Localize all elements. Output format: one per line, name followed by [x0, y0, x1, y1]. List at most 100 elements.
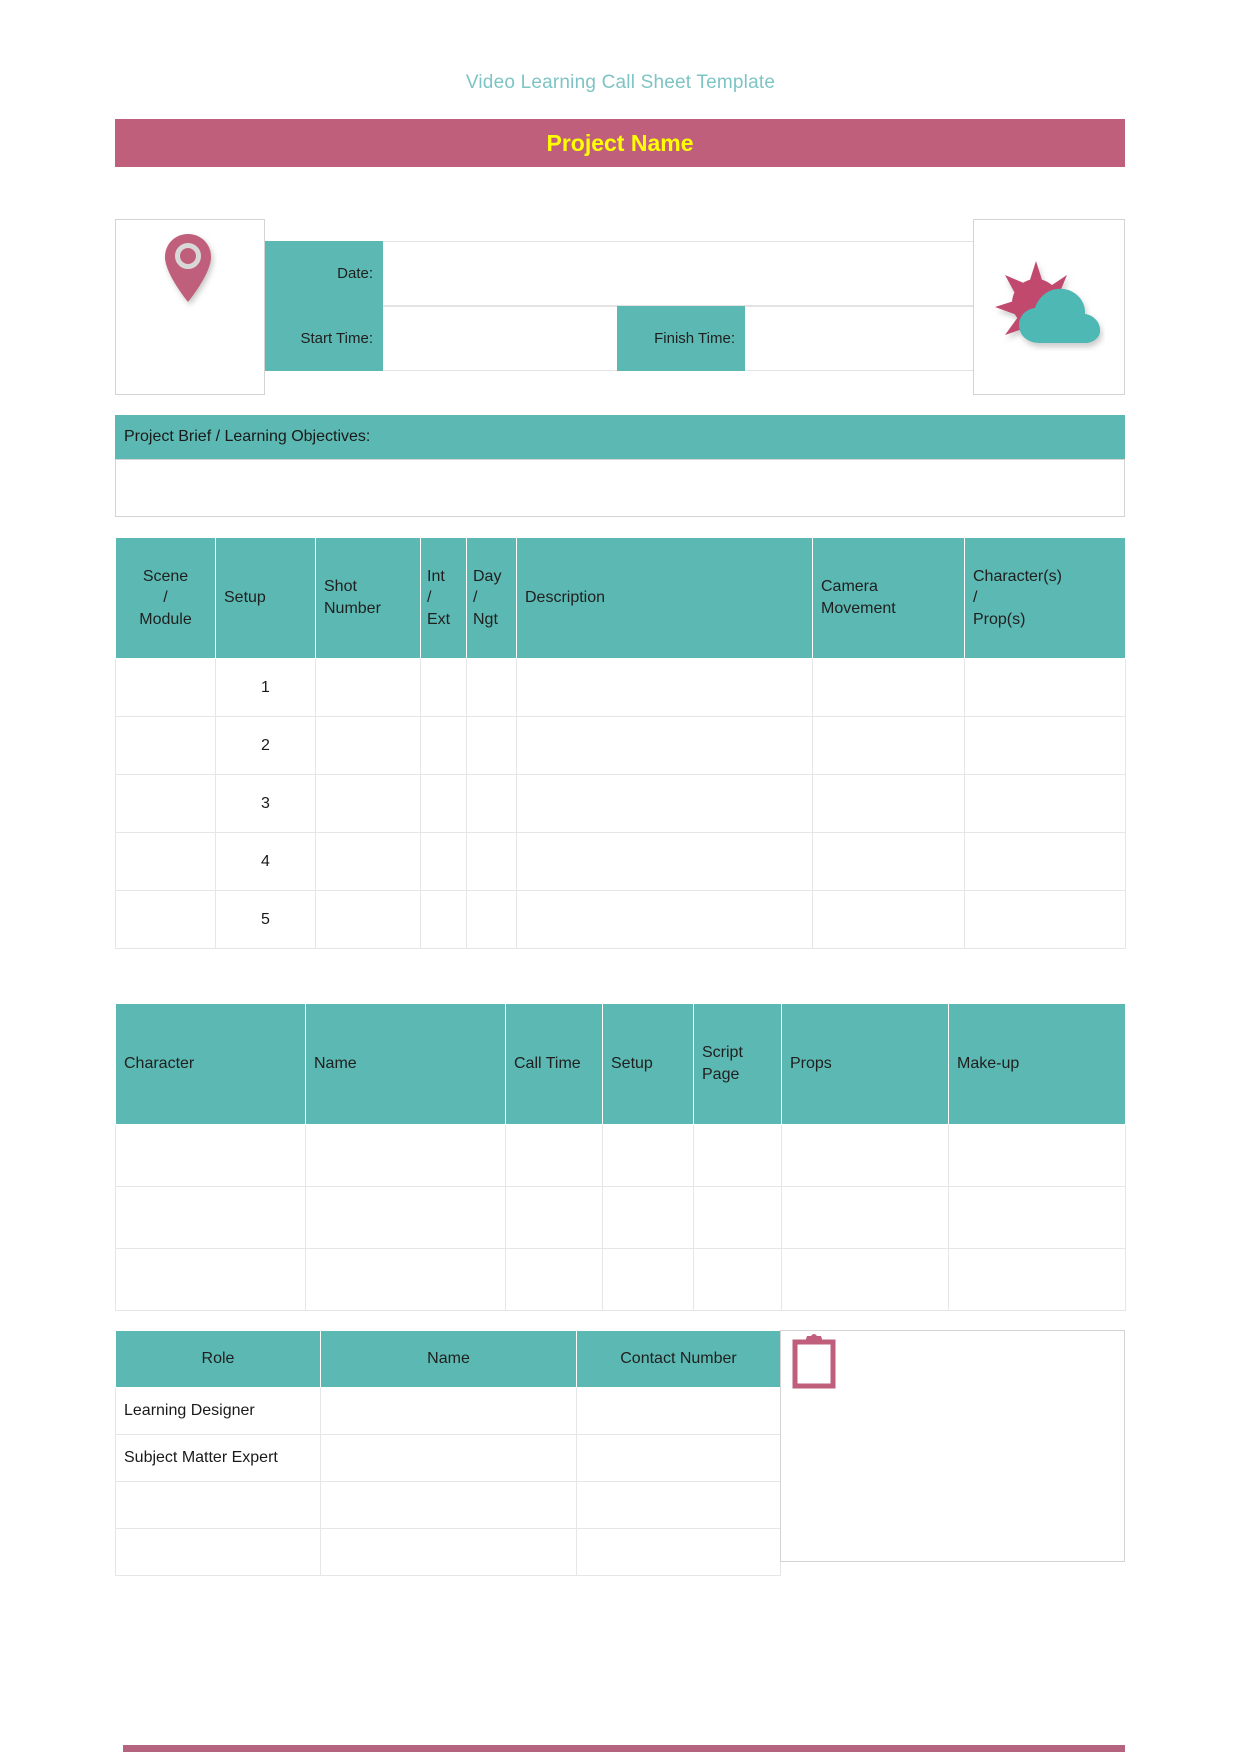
cell-contact-name[interactable]: [320, 1528, 577, 1576]
cell-characters-props[interactable]: [964, 774, 1126, 833]
cell-int-ext[interactable]: [420, 774, 467, 833]
cell-camera-movement[interactable]: [812, 832, 965, 891]
date-label: Date:: [265, 241, 383, 306]
cell-call-time[interactable]: [505, 1248, 603, 1311]
contacts-header-contact-number-label: Contact Number: [620, 1350, 737, 1368]
cell-role[interactable]: [115, 1481, 321, 1529]
cell-setup[interactable]: 3: [215, 774, 316, 833]
cell-int-ext[interactable]: [420, 890, 467, 949]
cell-call-time[interactable]: [505, 1186, 603, 1249]
shot-header-scene-module: Scene / Module: [115, 537, 216, 659]
cell-props[interactable]: [781, 1248, 949, 1311]
shot-table-header-row: Scene / Module Setup Shot Number Int / E…: [115, 537, 1126, 659]
shot-header-int-ext: Int / Ext: [420, 537, 467, 659]
cell-contact-name[interactable]: [320, 1481, 577, 1529]
cell-role[interactable]: Learning Designer: [115, 1387, 321, 1435]
shot-header-description: Description: [516, 537, 813, 659]
cell-setup[interactable]: 4: [215, 832, 316, 891]
shot-header-characters-props: Character(s) / Prop(s): [964, 537, 1126, 659]
cell-characters-props[interactable]: [964, 716, 1126, 775]
table-row: 4: [115, 832, 1126, 891]
cell-make-up[interactable]: [948, 1186, 1126, 1249]
start-time-input[interactable]: [383, 306, 617, 371]
cell-shot-number[interactable]: [315, 716, 421, 775]
cell-props[interactable]: [781, 1186, 949, 1249]
cell-role[interactable]: Subject Matter Expert: [115, 1434, 321, 1482]
weather-cell: [973, 219, 1125, 395]
shot-header-day-ngt-label: Day / Ngt: [473, 567, 502, 628]
contacts-table: Role Name Contact Number Learning Design…: [115, 1330, 781, 1576]
cell-day-ngt[interactable]: [466, 774, 517, 833]
cell-shot-number[interactable]: [315, 890, 421, 949]
cell-description[interactable]: [516, 890, 813, 949]
cell-camera-movement[interactable]: [812, 658, 965, 717]
cell-shot-number[interactable]: [315, 658, 421, 717]
cast-table-body: [115, 1124, 1126, 1311]
cell-make-up[interactable]: [948, 1248, 1126, 1311]
cell-int-ext[interactable]: [420, 658, 467, 717]
cell-shot-number[interactable]: [315, 832, 421, 891]
cell-contact-number[interactable]: [576, 1387, 781, 1435]
cell-script-page[interactable]: [693, 1186, 782, 1249]
cell-script-page[interactable]: [693, 1248, 782, 1311]
cell-contact-number[interactable]: [576, 1528, 781, 1576]
cell-props[interactable]: [781, 1124, 949, 1187]
cell-scene[interactable]: [115, 774, 216, 833]
cell-description[interactable]: [516, 716, 813, 775]
cell-script-page[interactable]: [693, 1124, 782, 1187]
cell-day-ngt[interactable]: [466, 658, 517, 717]
cell-character[interactable]: [115, 1124, 306, 1187]
cell-name[interactable]: [305, 1248, 506, 1311]
cell-characters-props[interactable]: [964, 890, 1126, 949]
cell-contact-name[interactable]: [320, 1387, 577, 1435]
shot-table-body: 1 2 3 4 5: [115, 658, 1126, 949]
cell-camera-movement[interactable]: [812, 774, 965, 833]
start-time-label: Start Time:: [265, 306, 383, 371]
cell-day-ngt[interactable]: [466, 716, 517, 775]
cell-name[interactable]: [305, 1124, 506, 1187]
cell-setup[interactable]: [602, 1124, 694, 1187]
cast-header-script-page-label: Script Page: [702, 1044, 743, 1083]
cast-header-setup-label: Setup: [611, 1055, 653, 1073]
cell-call-time[interactable]: [505, 1124, 603, 1187]
contacts-header-role: Role: [115, 1330, 321, 1388]
location-cell: [115, 219, 265, 395]
cell-setup[interactable]: [602, 1248, 694, 1311]
cell-description[interactable]: [516, 832, 813, 891]
cell-setup[interactable]: 2: [215, 716, 316, 775]
table-row: 5: [115, 890, 1126, 949]
cell-scene[interactable]: [115, 716, 216, 775]
cell-characters-props[interactable]: [964, 658, 1126, 717]
project-brief-input[interactable]: [115, 459, 1125, 517]
cell-contact-number[interactable]: [576, 1481, 781, 1529]
cell-setup[interactable]: [602, 1186, 694, 1249]
cell-characters-props[interactable]: [964, 832, 1126, 891]
cell-contact-number[interactable]: [576, 1434, 781, 1482]
shot-list-table: Scene / Module Setup Shot Number Int / E…: [115, 537, 1126, 949]
cell-scene[interactable]: [115, 832, 216, 891]
cell-day-ngt[interactable]: [466, 832, 517, 891]
table-row: 1: [115, 658, 1126, 717]
shot-header-day-ngt: Day / Ngt: [466, 537, 517, 659]
cell-name[interactable]: [305, 1186, 506, 1249]
cell-scene[interactable]: [115, 890, 216, 949]
cell-make-up[interactable]: [948, 1124, 1126, 1187]
cell-camera-movement[interactable]: [812, 716, 965, 775]
cell-camera-movement[interactable]: [812, 890, 965, 949]
cell-description[interactable]: [516, 658, 813, 717]
cell-setup[interactable]: 1: [215, 658, 316, 717]
cell-character[interactable]: [115, 1248, 306, 1311]
cell-contact-name[interactable]: [320, 1434, 577, 1482]
cell-shot-number[interactable]: [315, 774, 421, 833]
cell-int-ext[interactable]: [420, 832, 467, 891]
page-title: Video Learning Call Sheet Template: [465, 72, 776, 93]
cell-role[interactable]: [115, 1528, 321, 1576]
cell-scene[interactable]: [115, 658, 216, 717]
cast-header-call-time-label: Call Time: [514, 1055, 581, 1073]
cell-day-ngt[interactable]: [466, 890, 517, 949]
cell-character[interactable]: [115, 1186, 306, 1249]
cell-int-ext[interactable]: [420, 716, 467, 775]
cast-header-name: Name: [305, 1003, 506, 1125]
cell-setup[interactable]: 5: [215, 890, 316, 949]
cell-description[interactable]: [516, 774, 813, 833]
